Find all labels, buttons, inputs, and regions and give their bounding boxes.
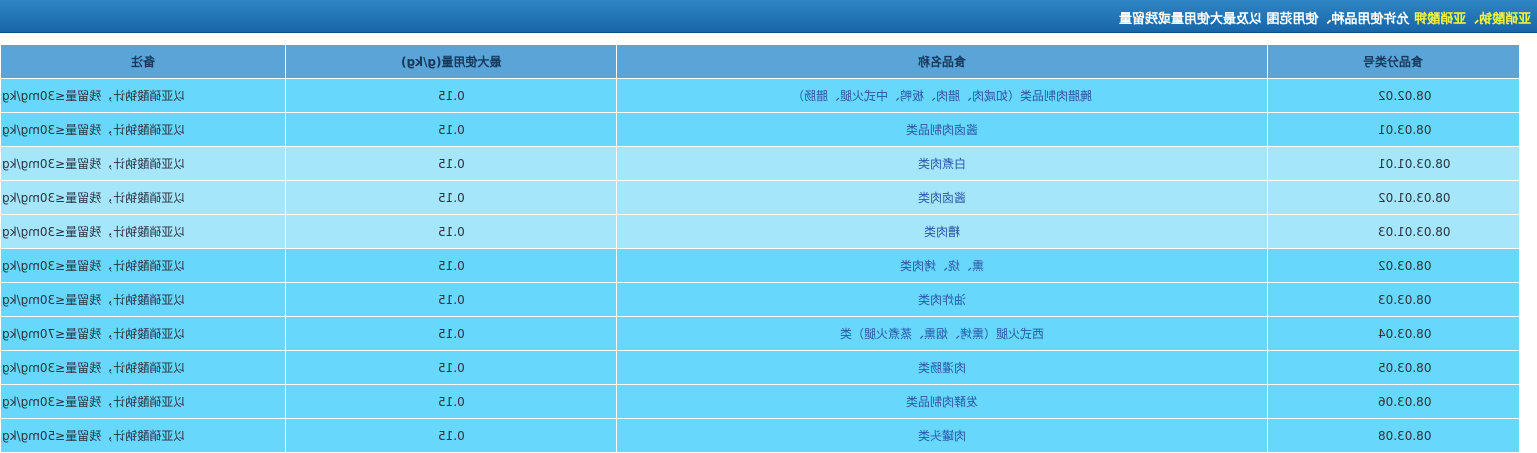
max-usage-cell: 0.15 bbox=[285, 78, 617, 113]
additive-table-container: 备注 最大使用量(g/kg) 食品名称 食品分类号 以亚硝酸钠计，残留量≤30m… bbox=[0, 44, 1520, 453]
category-code-cell: 08.03.05 bbox=[1267, 350, 1520, 385]
food-name-cell: 腌腊肉制品类（如咸肉、腊肉、板鸭、中式火腿、腊肠） bbox=[616, 78, 1268, 113]
note-cell: 以亚硝酸钠计，残留量≤50mg/kg bbox=[0, 418, 286, 453]
max-usage-cell: 0.15 bbox=[285, 316, 617, 351]
food-name-cell: 西式火腿（熏烤、烟熏、蒸煮火腿）类 bbox=[616, 316, 1268, 351]
max-usage-cell: 0.15 bbox=[285, 146, 617, 181]
food-name-cell: 酱卤肉制品类 bbox=[616, 112, 1268, 147]
category-code-cell: 08.02.02 bbox=[1267, 78, 1520, 113]
table-row: 以亚硝酸钠计，残留量≤30mg/kg 0.15 酱卤肉制品类 08.03.01 bbox=[0, 112, 1520, 147]
food-name-cell: 发酵肉制品类 bbox=[616, 384, 1268, 419]
food-name-cell: 熏、烧、烤肉类 bbox=[616, 248, 1268, 283]
note-cell: 以亚硝酸钠计，残留量≤30mg/kg bbox=[0, 78, 286, 113]
food-name-cell: 糟肉类 bbox=[616, 214, 1268, 249]
column-header-code: 食品分类号 bbox=[1267, 44, 1520, 79]
category-code-cell: 08.03.06 bbox=[1267, 384, 1520, 419]
table-row: 以亚硝酸钠计，残留量≤30mg/kg 0.15 白煮肉类 08.03.01.01 bbox=[0, 146, 1520, 181]
table-row: 以亚硝酸钠计，残留量≤30mg/kg 0.15 酱卤肉类 08.03.01.02 bbox=[0, 180, 1520, 215]
max-usage-cell: 0.15 bbox=[285, 384, 617, 419]
max-usage-cell: 0.15 bbox=[285, 214, 617, 249]
column-header-max: 最大使用量(g/kg) bbox=[285, 44, 617, 79]
note-cell: 以亚硝酸钠计，残留量≤30mg/kg bbox=[0, 282, 286, 317]
category-code-cell: 08.03.01.03 bbox=[1267, 214, 1520, 249]
category-code-cell: 08.03.04 bbox=[1267, 316, 1520, 351]
max-usage-cell: 0.15 bbox=[285, 282, 617, 317]
note-cell: 以亚硝酸钠计，残留量≤30mg/kg bbox=[0, 146, 286, 181]
table-body: 以亚硝酸钠计，残留量≤30mg/kg 0.15 腌腊肉制品类（如咸肉、腊肉、板鸭、中… bbox=[0, 78, 1520, 453]
max-usage-cell: 0.15 bbox=[285, 180, 617, 215]
additive-table: 备注 最大使用量(g/kg) 食品名称 食品分类号 以亚硝酸钠计，残留量≤30m… bbox=[0, 44, 1520, 453]
category-code-cell: 08.03.08 bbox=[1267, 418, 1520, 453]
category-code-cell: 08.03.02 bbox=[1267, 248, 1520, 283]
category-code-cell: 08.03.01.01 bbox=[1267, 146, 1520, 181]
food-name-cell: 油炸肉类 bbox=[616, 282, 1268, 317]
table-row: 以亚硝酸钠计，残留量≤70mg/kg 0.15 西式火腿（熏烤、烟熏、蒸煮火腿）类 0… bbox=[0, 316, 1520, 351]
category-code-cell: 08.03.01.02 bbox=[1267, 180, 1520, 215]
table-row: 以亚硝酸钠计，残留量≤30mg/kg 0.15 发酵肉制品类 08.03.06 bbox=[0, 384, 1520, 419]
table-row: 以亚硝酸钠计，残留量≤50mg/kg 0.15 肉罐头类 08.03.08 bbox=[0, 418, 1520, 453]
title-rest: 允许使用品种、使用范围 以及最大使用量或残留量 bbox=[1118, 12, 1414, 27]
food-name-cell: 肉罐头类 bbox=[616, 418, 1268, 453]
column-header-name: 食品名称 bbox=[616, 44, 1268, 79]
category-code-cell: 08.03.01 bbox=[1267, 112, 1520, 147]
note-cell: 以亚硝酸钠计，残留量≤30mg/kg bbox=[0, 384, 286, 419]
note-cell: 以亚硝酸钠计，残留量≤30mg/kg bbox=[0, 214, 286, 249]
note-cell: 以亚硝酸钠计，残留量≤30mg/kg bbox=[0, 248, 286, 283]
table-row: 以亚硝酸钠计，残留量≤30mg/kg 0.15 腌腊肉制品类（如咸肉、腊肉、板鸭、中… bbox=[0, 78, 1520, 113]
table-row: 以亚硝酸钠计，残留量≤30mg/kg 0.15 熏、烧、烤肉类 08.03.02 bbox=[0, 248, 1520, 283]
max-usage-cell: 0.15 bbox=[285, 248, 617, 283]
category-code-cell: 08.03.03 bbox=[1267, 282, 1520, 317]
table-row: 以亚硝酸钠计，残留量≤30mg/kg 0.15 油炸肉类 08.03.03 bbox=[0, 282, 1520, 317]
food-name-cell: 酱卤肉类 bbox=[616, 180, 1268, 215]
food-name-cell: 白煮肉类 bbox=[616, 146, 1268, 181]
note-cell: 以亚硝酸钠计，残留量≤30mg/kg bbox=[0, 180, 286, 215]
max-usage-cell: 0.15 bbox=[285, 112, 617, 147]
food-name-cell: 肉灌肠类 bbox=[616, 350, 1268, 385]
header-bar: 亚硝酸钠、亚硝酸钾 允许使用品种、使用范围 以及最大使用量或残留量 bbox=[0, 0, 1537, 33]
table-header-row: 备注 最大使用量(g/kg) 食品名称 食品分类号 bbox=[0, 44, 1520, 79]
page-title: 亚硝酸钠、亚硝酸钾 允许使用品种、使用范围 以及最大使用量或残留量 bbox=[1119, 8, 1531, 27]
note-cell: 以亚硝酸钠计，残留量≤30mg/kg bbox=[0, 350, 286, 385]
column-header-note: 备注 bbox=[0, 44, 286, 79]
max-usage-cell: 0.15 bbox=[285, 350, 617, 385]
table-row: 以亚硝酸钠计，残留量≤30mg/kg 0.15 糟肉类 08.03.01.03 bbox=[0, 214, 1520, 249]
table-row: 以亚硝酸钠计，残留量≤30mg/kg 0.15 肉灌肠类 08.03.05 bbox=[0, 350, 1520, 385]
note-cell: 以亚硝酸钠计，残留量≤30mg/kg bbox=[0, 112, 286, 147]
note-cell: 以亚硝酸钠计，残留量≤70mg/kg bbox=[0, 316, 286, 351]
title-highlight: 亚硝酸钠、亚硝酸钾 bbox=[1413, 12, 1531, 27]
max-usage-cell: 0.15 bbox=[285, 418, 617, 453]
